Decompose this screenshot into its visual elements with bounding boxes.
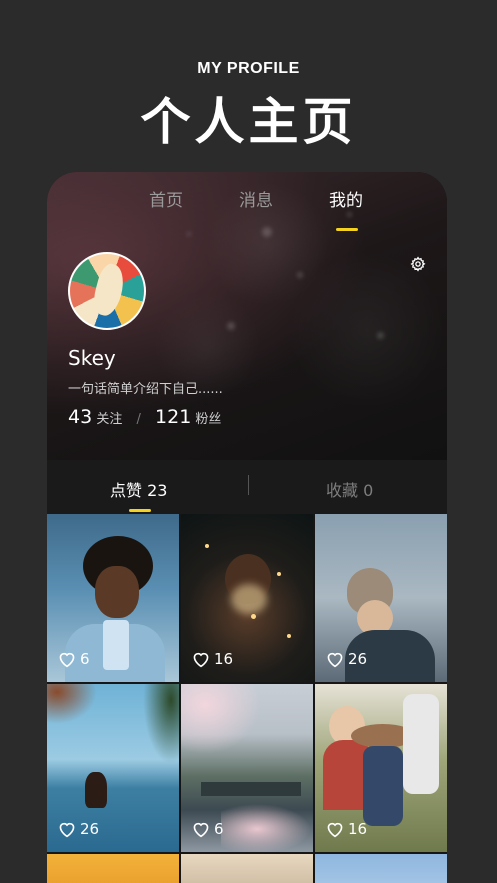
heart-icon[interactable]: [57, 820, 77, 838]
active-subtab-indicator: [129, 509, 151, 512]
photo-item[interactable]: [315, 854, 447, 883]
profile-bio: 一句话简单介绍下自己......: [68, 382, 223, 397]
following-label[interactable]: 关注: [96, 412, 122, 427]
photo-item[interactable]: 26: [315, 514, 447, 682]
followers-count[interactable]: 121: [155, 406, 191, 428]
heart-icon[interactable]: [191, 650, 211, 668]
tab-messages[interactable]: 消息: [239, 186, 273, 211]
photo-item[interactable]: [47, 854, 179, 883]
content-tabs: 点赞 23 收藏 0: [47, 460, 447, 514]
heart-icon[interactable]: [325, 820, 345, 838]
like-counter: 26: [57, 820, 99, 838]
like-counter: 6: [191, 820, 224, 838]
photo-item[interactable]: 6: [181, 684, 313, 852]
tab-me[interactable]: 我的: [329, 186, 363, 211]
photo-item[interactable]: 16: [181, 514, 313, 682]
heart-icon[interactable]: [57, 650, 77, 668]
hero-title: 个人主页: [140, 92, 357, 151]
profile-name: Skey: [68, 346, 116, 370]
top-navigation: 首页 消息 我的: [47, 186, 447, 231]
followers-label[interactable]: 粉丝: [195, 412, 221, 427]
heart-icon[interactable]: [191, 820, 211, 838]
heart-icon[interactable]: [325, 650, 345, 668]
photo-item[interactable]: [181, 854, 313, 883]
stats-separator: /: [136, 412, 141, 427]
like-count: 6: [214, 820, 224, 838]
like-counter: 26: [325, 650, 367, 668]
like-counter: 6: [57, 650, 90, 668]
tab-divider: [248, 475, 249, 495]
like-count: 16: [348, 820, 368, 838]
active-tab-indicator: [336, 228, 358, 231]
profile-stats: 43 关注 / 121 粉丝: [68, 406, 221, 428]
photo-item[interactable]: 6: [47, 514, 179, 682]
phone-screen: 首页 消息 我的 Skey 一句话简单介绍下自己...... 43 关注 / 1…: [47, 172, 447, 883]
tab-favorites[interactable]: 收藏 0: [326, 477, 373, 501]
like-count: 26: [348, 650, 368, 668]
like-count: 26: [80, 820, 100, 838]
photo-item[interactable]: 16: [315, 684, 447, 852]
photo-item[interactable]: 26: [47, 684, 179, 852]
like-counter: 16: [325, 820, 367, 838]
tab-likes[interactable]: 点赞 23: [110, 477, 167, 501]
like-counter: 16: [191, 650, 233, 668]
like-count: 6: [80, 650, 90, 668]
hero-subtitle: MY PROFILE: [197, 60, 300, 77]
like-count: 16: [214, 650, 234, 668]
avatar[interactable]: [68, 252, 146, 330]
gear-icon[interactable]: [410, 256, 426, 272]
tab-home[interactable]: 首页: [149, 186, 183, 211]
following-count[interactable]: 43: [68, 406, 92, 428]
